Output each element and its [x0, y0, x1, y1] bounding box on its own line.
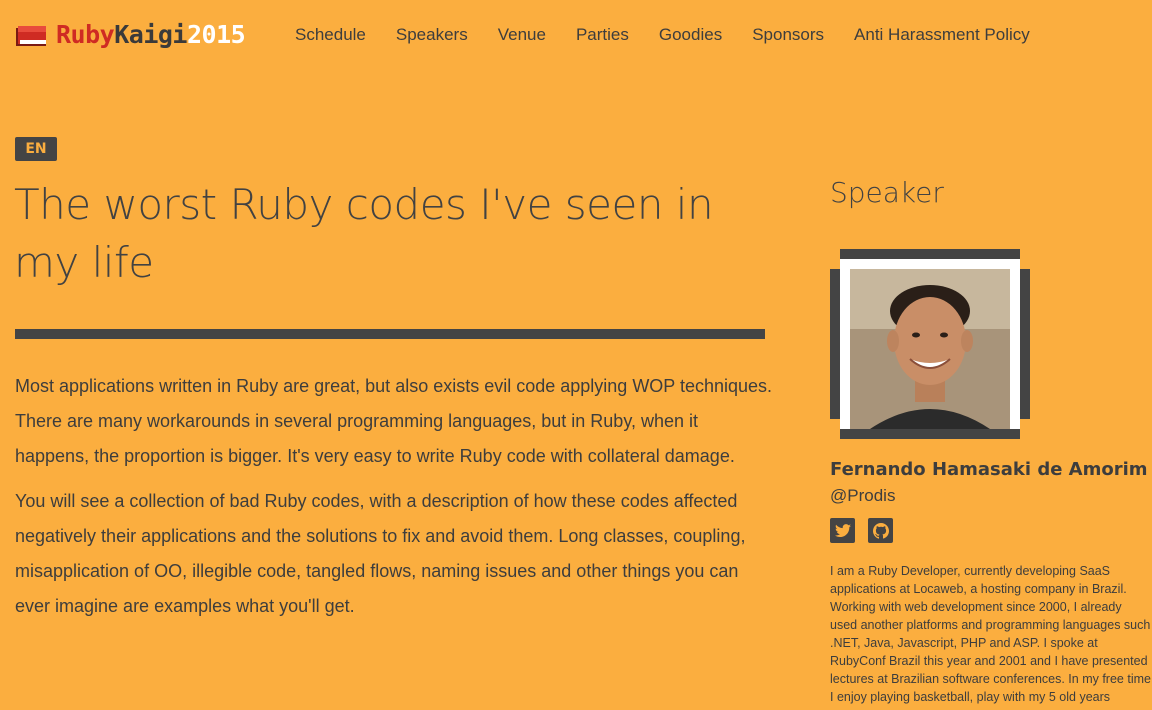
rubykaigi-logo[interactable]: RubyKaigi2015 [16, 18, 246, 52]
logo-year: 2015 [186, 20, 246, 49]
nav-goodies[interactable]: Goodies [659, 23, 722, 47]
social-links [830, 518, 906, 543]
nav-anti-harassment-policy[interactable]: Anti Harassment Policy [854, 23, 1030, 47]
site-header: RubyKaigi2015 Schedule Speakers Venue Pa… [0, 0, 1152, 70]
nav-speakers[interactable]: Speakers [396, 23, 468, 47]
nav-venue[interactable]: Venue [498, 23, 546, 47]
nav-schedule[interactable]: Schedule [295, 23, 366, 47]
speaker-handle[interactable]: @Prodis [830, 484, 895, 508]
twitter-icon[interactable] [830, 518, 855, 543]
ruby-book-icon [16, 26, 46, 46]
language-badge: EN [15, 137, 57, 161]
logo-kaigi: Kaigi [114, 20, 187, 49]
speaker-bio: I am a Ruby Developer, currently develop… [830, 564, 1151, 704]
nav-sponsors[interactable]: Sponsors [752, 23, 824, 47]
talk-description: Most applications written in Ruby are gr… [15, 369, 775, 634]
github-icon[interactable] [868, 518, 893, 543]
title-divider [15, 329, 765, 339]
description-paragraph: You will see a collection of bad Ruby co… [15, 491, 746, 616]
description-paragraph: Most applications written in Ruby are gr… [15, 376, 773, 466]
nav-parties[interactable]: Parties [576, 23, 629, 47]
speaker-photo [830, 249, 1030, 439]
logo-text: RubyKaigi2015 [56, 18, 246, 52]
speaker-name: Fernando Hamasaki de Amorim [830, 459, 1148, 480]
main-nav: Schedule Speakers Venue Parties Goodies … [295, 23, 1060, 47]
speaker-heading: Speaker [830, 176, 944, 209]
talk-title: The worst Ruby codes I've seen in my lif… [14, 180, 714, 287]
logo-ruby: Ruby [56, 20, 115, 49]
